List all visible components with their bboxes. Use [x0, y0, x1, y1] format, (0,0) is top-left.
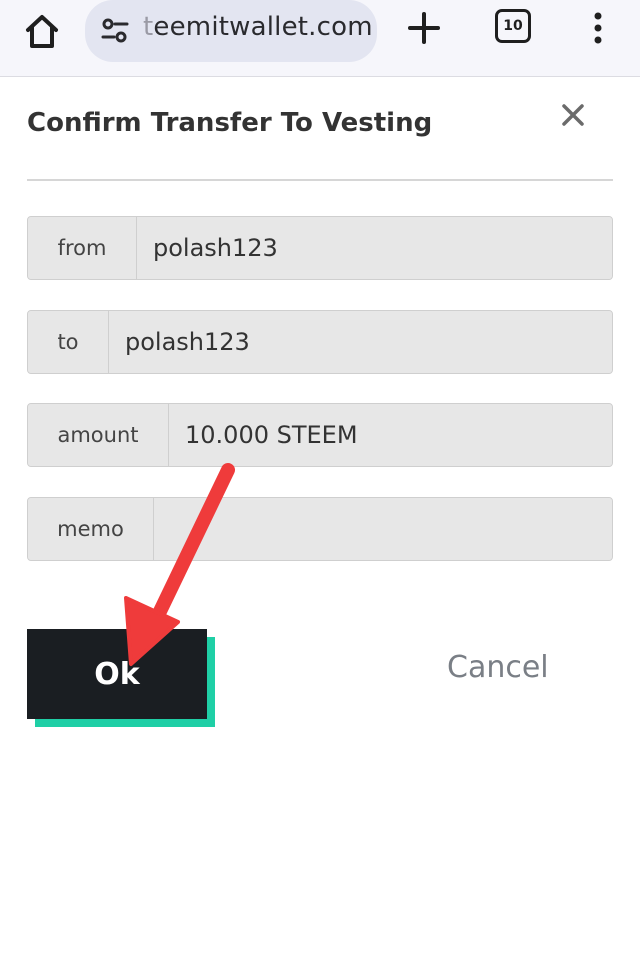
ok-button[interactable]: Ok — [27, 629, 207, 719]
annotation-arrow — [124, 463, 235, 666]
url-text: teemitwallet.com — [143, 12, 373, 42]
to-value[interactable]: polash123 — [109, 311, 612, 373]
tune-icon[interactable] — [99, 14, 131, 46]
to-label: to — [28, 311, 109, 373]
more-vert-icon[interactable] — [588, 8, 608, 48]
from-field[interactable]: from polash123 — [27, 216, 613, 280]
from-label: from — [28, 217, 137, 279]
cancel-button[interactable]: Cancel — [447, 650, 549, 685]
tab-count: 10 — [503, 18, 523, 34]
address-bar[interactable]: teemitwallet.com — [85, 0, 377, 62]
browser-toolbar: teemitwallet.com 10 — [0, 0, 640, 77]
memo-input[interactable] — [154, 498, 612, 560]
to-field[interactable]: to polash123 — [27, 310, 613, 374]
amount-label: amount — [28, 404, 169, 466]
tab-switcher-icon[interactable]: 10 — [495, 9, 531, 43]
amount-field[interactable]: amount 10.000 STEEM — [27, 403, 613, 467]
from-value[interactable]: polash123 — [137, 217, 612, 279]
amount-value[interactable]: 10.000 STEEM — [169, 404, 612, 466]
dialog-divider — [27, 179, 613, 181]
memo-label: memo — [28, 498, 154, 560]
memo-field[interactable]: memo — [27, 497, 613, 561]
close-icon[interactable] — [556, 98, 590, 132]
plus-icon[interactable] — [404, 8, 444, 48]
dialog-title: Confirm Transfer To Vesting — [27, 108, 433, 138]
home-icon[interactable] — [18, 8, 66, 50]
